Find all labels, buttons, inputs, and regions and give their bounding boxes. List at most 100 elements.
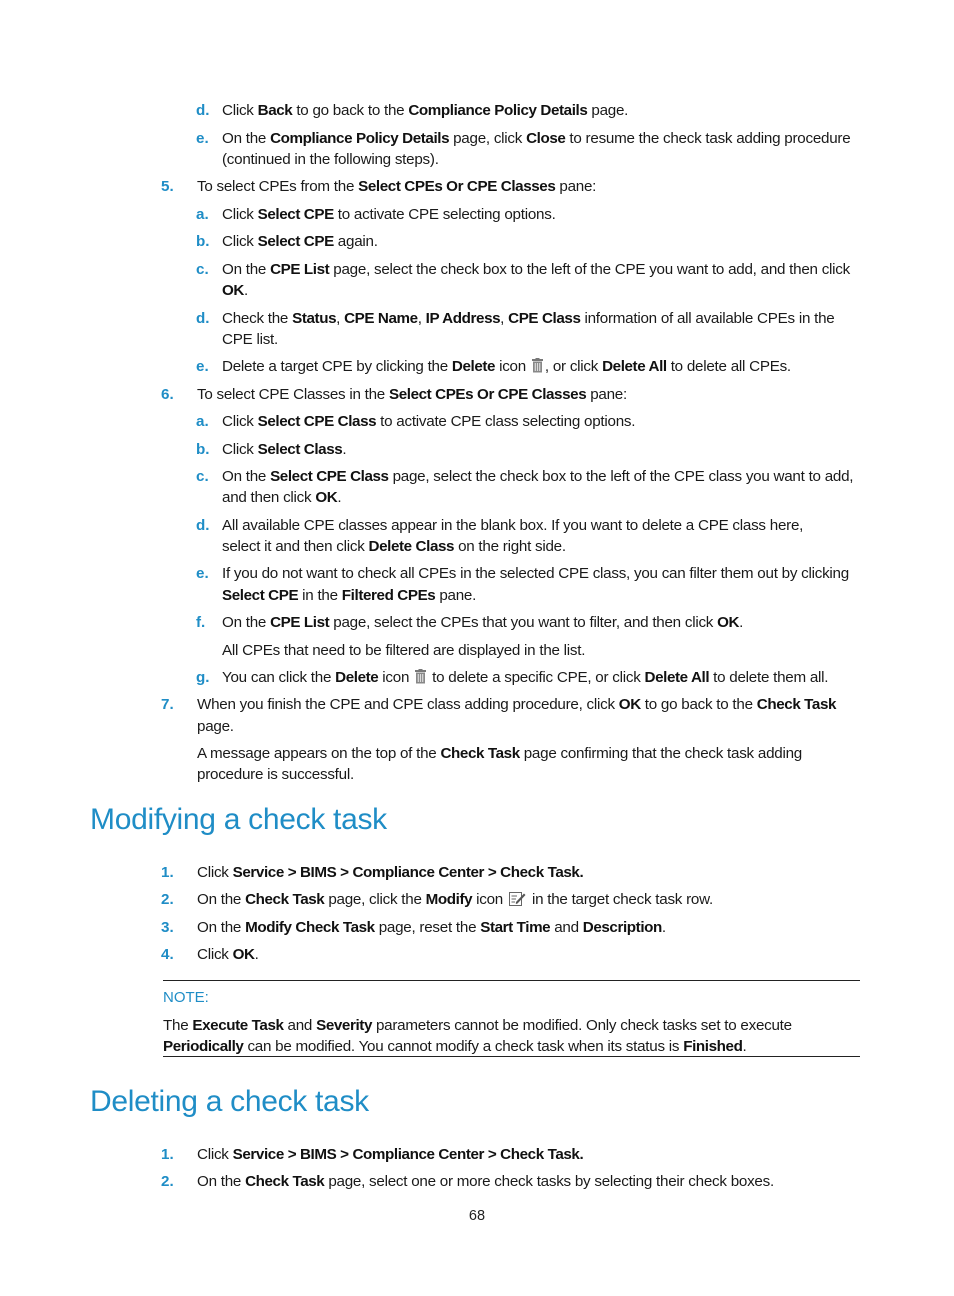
ui-term: Status (292, 310, 337, 327)
ui-term: OK (315, 489, 338, 506)
ui-term: Check Task (245, 1173, 325, 1190)
substep: On the Select CPE Class page, select the… (222, 468, 854, 485)
substep: You can click the Delete icon to delete … (222, 669, 829, 686)
list-marker: 7. (161, 696, 174, 713)
ui-term: Service > BIMS > Compliance Center > Che… (232, 1146, 584, 1163)
substep: Click Select CPE Class to activate CPE c… (222, 413, 636, 430)
ui-term: Delete (335, 669, 379, 686)
ui-term: Delete (451, 358, 496, 375)
list-marker: 4. (161, 946, 174, 963)
list-marker: e. (196, 358, 209, 375)
ui-term: OK (618, 696, 641, 713)
list-marker: d. (196, 310, 210, 327)
ui-term: CPE List (270, 261, 330, 278)
step: page. (197, 718, 234, 735)
list-marker: 1. (161, 864, 174, 881)
page-number: 68 (468, 1208, 486, 1224)
list-marker: b. (196, 233, 210, 250)
list-marker: a. (196, 413, 209, 430)
substep: Click Select Class. (222, 441, 347, 458)
substep: All CPEs that need to be filtered are di… (222, 642, 586, 659)
list-marker: d. (196, 102, 210, 119)
ui-term: IP Address (425, 310, 501, 327)
ui-term: Select CPE (257, 206, 335, 223)
list-marker: g. (196, 669, 210, 686)
edit-icon (508, 892, 526, 906)
ui-term: OK (717, 614, 740, 631)
ui-term: Severity (316, 1017, 372, 1034)
ui-term: Select Class (257, 441, 343, 458)
list-marker: a. (196, 206, 209, 223)
list-marker: 1. (161, 1146, 174, 1163)
substep: Click Select CPE to activate CPE selecti… (222, 206, 556, 223)
ui-term: Select CPE Class (270, 468, 389, 485)
ui-term: Modify (425, 891, 473, 908)
ui-term: Select CPE Class (257, 413, 377, 430)
ui-term: OK (232, 946, 255, 963)
list-marker: 3. (161, 919, 174, 936)
step: On the Modify Check Task page, reset the… (197, 919, 666, 936)
substep: (continued in the following steps). (222, 151, 439, 168)
trash-icon (531, 358, 543, 373)
ui-term: Periodically (163, 1038, 244, 1055)
ui-term: Delete All (602, 358, 667, 375)
step: Click Service > BIMS > Compliance Center… (197, 1146, 584, 1163)
step: Click OK. (197, 946, 259, 963)
ui-term: Modify Check Task (245, 919, 375, 936)
ui-term: Delete All (644, 669, 710, 686)
ui-term: Description (582, 919, 663, 936)
note-top-rule (163, 980, 860, 981)
step: On the Check Task page, click the Modify… (197, 891, 713, 908)
list-marker: 2. (161, 891, 174, 908)
ui-term: CPE Class (508, 310, 581, 327)
substep: Select CPE in the Filtered CPEs pane. (222, 587, 477, 604)
substep: CPE list. (222, 331, 278, 348)
ui-term: Check Task (756, 696, 837, 713)
list-marker: d. (196, 517, 210, 534)
ui-term: Check Task (245, 891, 325, 908)
note-text: Periodically can be modified. You cannot… (163, 1038, 747, 1055)
list-marker: b. (196, 441, 210, 458)
ui-term: Finished (683, 1038, 743, 1055)
ui-term: Select CPE (257, 233, 335, 250)
ui-term: Select CPEs Or CPE Classes (388, 386, 587, 403)
heading-deleting-check-task: Deleting a check task (90, 1085, 369, 1118)
substep: and then click OK. (222, 489, 342, 506)
substep: On the CPE List page, select the CPEs th… (222, 614, 744, 631)
step: To select CPE Classes in the Select CPEs… (197, 386, 627, 403)
note-text: The Execute Task and Severity parameters… (163, 1017, 792, 1034)
step: A message appears on the top of the Chec… (197, 745, 802, 762)
step: When you finish the CPE and CPE class ad… (197, 696, 837, 713)
ui-term: Execute Task (192, 1017, 284, 1034)
substep: If you do not want to check all CPEs in … (222, 565, 849, 582)
ui-term: CPE List (270, 614, 330, 631)
ui-term: Select CPE (222, 587, 299, 604)
substep: Check the Status, CPE Name, IP Address, … (222, 310, 835, 327)
step: procedure is successful. (197, 766, 354, 783)
step: On the Check Task page, select one or mo… (197, 1173, 774, 1190)
ui-term: Check Task (440, 745, 520, 762)
ui-term: Filtered CPEs (341, 587, 436, 604)
substep: All available CPE classes appear in the … (222, 517, 804, 534)
list-marker: e. (196, 130, 209, 147)
note-label: NOTE: (163, 989, 209, 1006)
step: Click Service > BIMS > Compliance Center… (197, 864, 584, 881)
ui-term: Close (526, 130, 566, 147)
substep: select it and then click Delete Class on… (222, 538, 566, 555)
ui-term: Compliance Policy Details (408, 102, 588, 119)
ui-term: Select CPEs Or CPE Classes (358, 178, 556, 195)
substep: Click Back to go back to the Compliance … (222, 102, 629, 119)
ui-term: OK (222, 282, 244, 299)
list-marker: 2. (161, 1173, 174, 1190)
list-marker: f. (196, 614, 206, 631)
trash-icon (415, 669, 427, 684)
heading-modifying-check-task: Modifying a check task (90, 803, 387, 836)
list-marker: e. (196, 565, 209, 582)
list-marker: c. (196, 261, 209, 278)
substep: On the CPE List page, select the check b… (222, 261, 850, 278)
step: To select CPEs from the Select CPEs Or C… (197, 178, 597, 195)
ui-term: Compliance Policy Details (270, 130, 450, 147)
ui-term: Back (257, 102, 293, 119)
substep: On the Compliance Policy Details page, c… (222, 130, 851, 147)
list-marker: 6. (161, 386, 174, 403)
